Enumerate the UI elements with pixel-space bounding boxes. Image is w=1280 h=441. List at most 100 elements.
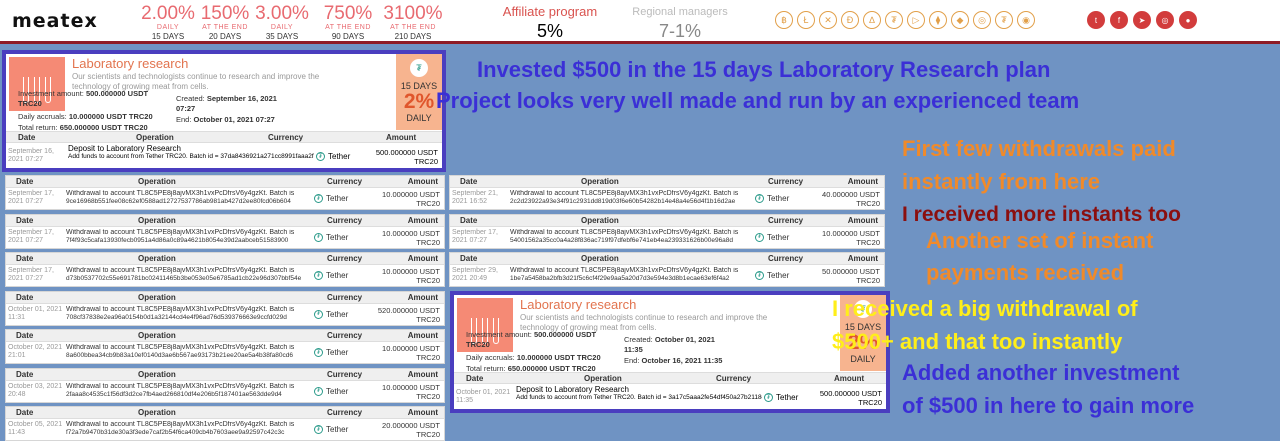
investment-label: Investment amount:: [466, 330, 532, 339]
row-currency: ₮ Tether: [755, 194, 789, 204]
op-hash: d73b0537702c55e691781bc02411465b3be053e0…: [66, 275, 302, 282]
transaction-row[interactable]: Date Operation Currency Amount September…: [5, 252, 445, 287]
telegram-icon[interactable]: ➤: [1133, 11, 1151, 29]
col-currency: Currency: [768, 177, 804, 186]
col-amount: Amount: [847, 177, 878, 186]
col-date: Date: [16, 331, 34, 340]
row-date: September 29, 2021 20:49: [452, 267, 498, 282]
col-amount: Amount: [407, 331, 438, 340]
created-label: Created:: [176, 94, 205, 103]
row-currency: ₮ Tether: [314, 233, 348, 242]
lab-plan-card-1[interactable]: Laboratory research Our scientists and t…: [2, 50, 446, 172]
crypto-coin-icon[interactable]: ⧫: [929, 11, 947, 29]
crypto-coin-icon[interactable]: Ł: [797, 11, 815, 29]
table-row[interactable]: October 01, 2021 11:35 Deposit to Labora…: [454, 385, 886, 409]
crypto-coin-icon[interactable]: ◉: [1017, 11, 1035, 29]
crypto-coin-icon[interactable]: ▷: [907, 11, 925, 29]
col-currency: Currency: [327, 331, 363, 340]
tether-icon: ₮: [755, 194, 764, 204]
created-time: 07:27: [176, 104, 196, 113]
investment-unit: TRC20: [466, 340, 490, 349]
op-title: Withdrawal to account TL8C5PE8j8ajvMX3h1…: [66, 305, 295, 313]
col-operation: Operation: [138, 369, 176, 379]
tether-icon: ₮: [314, 309, 323, 319]
col-amount: Amount: [847, 215, 878, 225]
end-date: End: October 01, 2021 07:27: [176, 115, 275, 125]
crypto-coin-icon[interactable]: ✕: [819, 11, 837, 29]
annotation-invested: Invested $500 in the 15 days Laboratory …: [477, 57, 1051, 82]
crypto-coin-icon[interactable]: ₮: [995, 11, 1013, 29]
transaction-row[interactable]: Date Operation Currency Amount September…: [5, 213, 445, 249]
transaction-row[interactable]: Date Operation Currency Amount September…: [449, 175, 885, 210]
tier-percent: 3100%: [383, 3, 443, 24]
row-amount: 10.000000 USDT TRC20: [382, 267, 440, 285]
badge-label: DAILY: [406, 113, 432, 123]
transaction-row[interactable]: Date Operation Currency Amount September…: [449, 213, 885, 249]
transaction-row[interactable]: Date Operation Currency Amount October 0…: [5, 290, 445, 326]
annotation-instantly: instantly from here: [902, 169, 1101, 194]
tier-percent: 3.00%: [255, 3, 309, 24]
col-operation: Operation: [581, 177, 619, 186]
transaction-row[interactable]: Date Operation Currency Amount September…: [5, 175, 445, 210]
end-value: October 16, 2021 11:35: [641, 356, 723, 365]
transaction-row[interactable]: Date Operation Currency Amount October 0…: [5, 367, 445, 403]
op-hash: 7f4f93c5cafa13930fecb0951a4d86a0c89a4621…: [66, 236, 289, 244]
daily-label: Daily accruals:: [466, 353, 515, 362]
twitter-icon[interactable]: t: [1087, 11, 1105, 29]
col-operation: Operation: [584, 374, 622, 383]
col-date: Date: [16, 254, 34, 263]
row-currency: ₮ Tether: [764, 393, 799, 403]
crypto-coin-icon[interactable]: ◎: [973, 11, 991, 29]
crypto-coin-icon[interactable]: Ð: [841, 11, 859, 29]
crypto-coin-icon[interactable]: ∆: [863, 11, 881, 29]
lab-title: Laboratory research: [72, 56, 189, 71]
col-date: Date: [16, 369, 34, 379]
col-amount: Amount: [407, 292, 438, 302]
plan-tier-4[interactable]: 750% AT THE END 90 DAYS: [313, 4, 383, 42]
affiliate-program[interactable]: Affiliate program 5%: [490, 4, 610, 42]
crypto-coin-icon[interactable]: ◆: [951, 11, 969, 29]
facebook-icon[interactable]: f: [1110, 11, 1128, 29]
col-amount: Amount: [407, 215, 438, 225]
transaction-row[interactable]: Date Operation Currency Amount September…: [449, 252, 885, 287]
table-header: Date Operation Currency Amount: [450, 176, 884, 188]
regional-managers[interactable]: Regional managers 7-1%: [625, 4, 735, 42]
op-title: Withdrawal to account TL8C5PE8j8ajvMX3h1…: [66, 228, 295, 236]
col-amount: Amount: [847, 254, 878, 263]
transaction-row[interactable]: Date Operation Currency Amount October 0…: [5, 329, 445, 364]
crypto-coin-icon[interactable]: ฿: [775, 11, 793, 29]
reddit-icon[interactable]: ●: [1179, 11, 1197, 29]
daily-accruals: Daily accruals: 10.000000 USDT TRC20: [18, 112, 153, 122]
transaction-row[interactable]: Date Operation Currency Amount October 0…: [5, 406, 445, 441]
col-date: Date: [460, 177, 478, 186]
col-operation: Operation: [138, 331, 176, 340]
currency-name: Tether: [776, 393, 799, 402]
currency-name: Tether: [326, 232, 349, 242]
col-operation: Operation: [581, 254, 619, 263]
currency-name: Tether: [326, 309, 349, 319]
annotation-project: Project looks very well made and run by …: [436, 88, 1080, 113]
instagram-icon[interactable]: ◎: [1156, 11, 1174, 29]
row-amount: 10.000000 USDT TRC20: [382, 228, 440, 247]
plan-tier-5[interactable]: 3100% AT THE END 210 DAYS: [378, 4, 448, 42]
affiliate-value: 5%: [536, 21, 563, 41]
crypto-coin-icon[interactable]: ₮: [885, 11, 903, 29]
affiliate-title: Affiliate program: [502, 4, 598, 19]
op-title: Withdrawal to account TL8C5PE8j8ajvMX3h1…: [510, 190, 739, 197]
end-label: End:: [176, 115, 192, 124]
table-header: Date Operation Currency Amount: [6, 407, 444, 419]
row-operation: Withdrawal to account TL8C5PE8j8ajvMX3h1…: [66, 421, 330, 437]
row-operation: Withdrawal to account TL8C5PE8j8ajvMX3h1…: [510, 267, 772, 283]
row-date: September 16, 2021 07:27: [8, 148, 54, 163]
logo[interactable]: meatex: [12, 10, 98, 32]
annotation-added-investment: Added another investment: [902, 360, 1180, 385]
col-operation: Operation: [138, 215, 176, 225]
plan-tier-3[interactable]: 3.00% DAILY 35 DAYS: [247, 4, 317, 42]
currency-name: Tether: [326, 271, 349, 280]
op-hash: 1be7a5458ba2bfb3d21f5c6cf4f29e9aa5a20d7d…: [510, 275, 730, 282]
col-amount: Amount: [834, 374, 865, 383]
table-row[interactable]: September 16, 2021 07:27 Deposit to Labo…: [6, 144, 442, 168]
tier-label: AT THE END: [325, 24, 371, 31]
lab-plan-card-2[interactable]: Laboratory research Our scientists and t…: [450, 291, 890, 413]
row-operation: Withdrawal to account TL8C5PE8j8ajvMX3h1…: [66, 383, 330, 399]
